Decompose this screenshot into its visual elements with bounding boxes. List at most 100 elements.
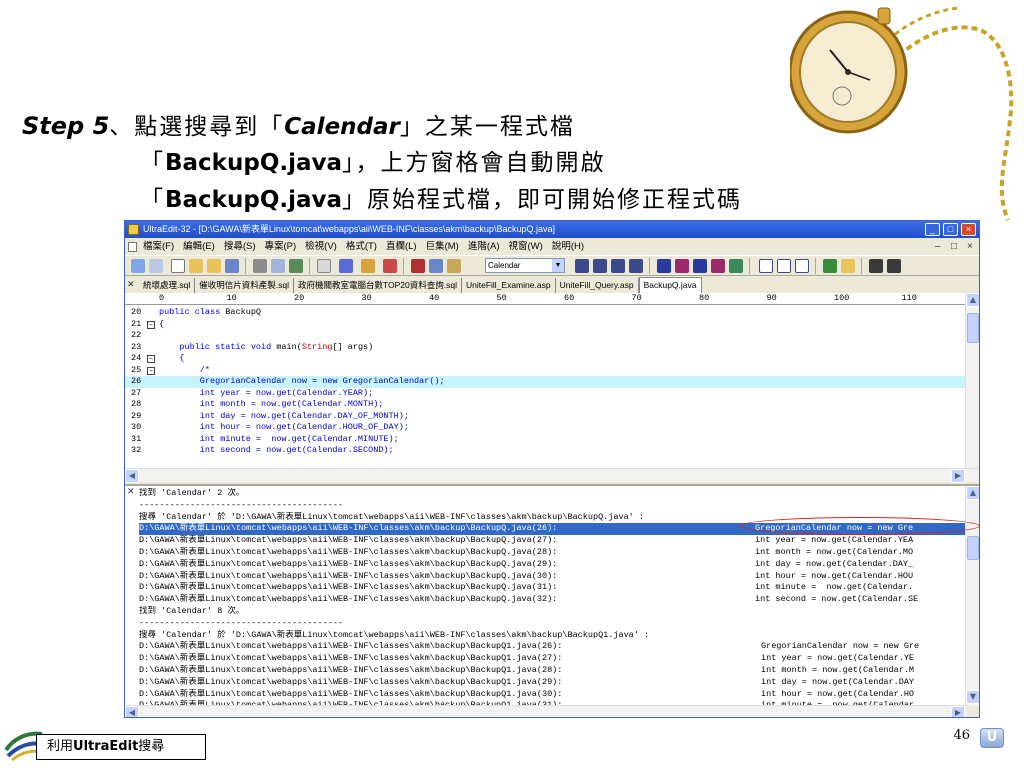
output-line[interactable]: D:\GAWA\新表單Linux\tomcat\webapps\aii\WEB-… [139,547,965,559]
mdi-close-button[interactable]: × [967,238,973,255]
new-file-icon[interactable] [171,259,185,273]
editor-horizontal-scrollbar[interactable]: ◀ ▶ [125,468,979,483]
find-icon[interactable] [657,259,671,273]
output-line[interactable]: 找到 'Calendar' 2 次。 [139,488,965,500]
output-line[interactable]: D:\GAWA\新表單Linux\tomcat\webapps\aii\WEB-… [139,653,965,665]
output-close-icon[interactable]: ✕ [127,486,135,497]
tab-file-0[interactable]: 統壞處理.sql [139,278,196,293]
context-help-icon[interactable] [887,259,901,273]
menu-item-0[interactable]: 檔案(F) [143,238,174,255]
paste-icon[interactable] [447,259,461,273]
menu-item-6[interactable]: 直欄(L) [386,238,417,255]
title-bar[interactable]: UltraEdit-32 - [D:\GAWA\新表單Linux\tomcat\… [125,221,979,238]
output-line[interactable]: D:\GAWA\新表單Linux\tomcat\webapps\aii\WEB-… [139,665,965,677]
mdi-restore-button[interactable]: □ [951,238,957,255]
align-center-icon[interactable] [593,259,607,273]
scroll-right-icon[interactable]: ▶ [951,469,965,483]
tab-file-3[interactable]: UniteFill_Examine.asp [462,278,556,293]
editor-vertical-scrollbar[interactable]: ▲ [965,293,979,468]
align-left-icon[interactable] [575,259,589,273]
code-line[interactable]: 28 int month = now.get(Calendar.MONTH); [125,399,965,411]
font-combo[interactable]: Calendar ▼ [485,258,565,273]
open-icon[interactable] [189,259,203,273]
scroll-right-icon[interactable]: ▶ [951,706,965,717]
tile-icon[interactable] [777,259,791,273]
output-line[interactable]: ---------------------------------------- [139,618,965,630]
output-scroll-thumb[interactable] [967,536,979,560]
code-line[interactable]: 20 public class BackupQ [125,307,965,319]
close-button[interactable]: × [961,223,976,236]
output-line[interactable]: D:\GAWA\新表單Linux\tomcat\webapps\aii\WEB-… [139,641,965,653]
forward-icon[interactable] [149,259,163,273]
output-horizontal-scrollbar[interactable]: ◀ ▶ [125,705,967,717]
nav-badge[interactable]: U [980,728,1004,748]
menu-item-9[interactable]: 視窗(W) [509,238,543,255]
tab-file-5[interactable]: BackupQ.java [638,277,702,293]
tab-file-1[interactable]: 催收明信片資料產製.sql [195,278,294,293]
tab-file-2[interactable]: 政府機關教室電腦台數TOP20資料查詢.sql [294,278,462,293]
output-line[interactable]: D:\GAWA\新表單Linux\tomcat\webapps\aii\WEB-… [139,594,965,606]
find-next-icon[interactable] [675,259,689,273]
output-line[interactable]: D:\GAWA\新表單Linux\tomcat\webapps\aii\WEB-… [139,535,965,547]
code-line[interactable]: 22 [125,330,965,342]
tab-file-4[interactable]: UniteFill_Query.asp [556,278,639,293]
output-line[interactable]: D:\GAWA\新表單Linux\tomcat\webapps\aii\WEB-… [139,582,965,594]
fold-toggle-icon[interactable]: – [147,366,155,375]
macro-icon[interactable] [841,259,855,273]
code-line[interactable]: 21–{ [125,319,965,331]
menu-item-10[interactable]: 說明(H) [552,238,584,255]
open-folder-icon[interactable] [207,259,221,273]
scroll-left-icon[interactable]: ◀ [125,706,139,717]
replace-icon[interactable] [711,259,725,273]
code-line[interactable]: 24– { [125,353,965,365]
menu-item-4[interactable]: 檢視(V) [305,238,337,255]
mdi-minimize-button[interactable]: – [935,238,941,255]
help-icon[interactable] [869,259,883,273]
wordwrap-icon[interactable] [317,259,331,273]
code-line[interactable]: 30 int hour = now.get(Calendar.HOUR_OF_D… [125,422,965,434]
print-icon[interactable] [253,259,267,273]
page-setup-icon[interactable] [289,259,303,273]
copy-icon[interactable] [429,259,443,273]
minimize-button[interactable]: _ [925,223,940,236]
output-line[interactable]: D:\GAWA\新表單Linux\tomcat\webapps\aii\WEB-… [139,689,965,701]
code-line[interactable]: 26 GregorianCalendar now = new Gregorian… [125,376,965,388]
output-line[interactable]: D:\GAWA\新表單Linux\tomcat\webapps\aii\WEB-… [139,677,965,689]
menu-item-1[interactable]: 編輯(E) [183,238,215,255]
replace-in-files-icon[interactable] [729,259,743,273]
fold-toggle-icon[interactable]: – [147,320,155,329]
hex-icon[interactable] [339,259,353,273]
output-line[interactable]: D:\GAWA\新表單Linux\tomcat\webapps\aii\WEB-… [139,559,965,571]
code-line[interactable]: 32 int second = now.get(Calendar.SECOND)… [125,445,965,457]
window-icon[interactable] [759,259,773,273]
output-line[interactable]: D:\GAWA\新表單Linux\tomcat\webapps\aii\WEB-… [139,571,965,583]
browser-icon[interactable] [823,259,837,273]
menu-item-8[interactable]: 進階(A) [468,238,500,255]
code-line[interactable]: 27 int year = now.get(Calendar.YEAR); [125,388,965,400]
code-line[interactable]: 29 int day = now.get(Calendar.DAY_OF_MON… [125,411,965,423]
output-vertical-scrollbar[interactable]: ▲ ▼ [965,486,979,706]
code-editor[interactable]: 20 public class BackupQ 21–{22 23 public st… [125,305,965,468]
align-right-icon[interactable] [611,259,625,273]
output-line[interactable]: 找到 'Calendar' 8 次。 [139,606,965,618]
column-icon[interactable] [361,259,375,273]
tab-close-icon[interactable]: ✕ [127,277,135,292]
fold-toggle-icon[interactable]: – [147,355,155,363]
scroll-down-icon[interactable]: ▼ [966,690,979,704]
cut-icon[interactable] [411,259,425,273]
indent-icon[interactable] [383,259,397,273]
code-line[interactable]: 31 int minute = now.get(Calendar.MINUTE)… [125,434,965,446]
print-preview-icon[interactable] [271,259,285,273]
output-line[interactable]: ---------------------------------------- [139,500,965,512]
scroll-up-icon[interactable]: ▲ [966,486,979,500]
menu-item-3[interactable]: 專案(P) [264,238,296,255]
save-icon[interactable] [225,259,239,273]
find-in-files-icon[interactable] [693,259,707,273]
menu-item-5[interactable]: 格式(T) [346,238,377,255]
chevron-down-icon[interactable]: ▼ [552,259,564,272]
scroll-left-icon[interactable]: ◀ [125,469,139,483]
editor-scroll-thumb[interactable] [967,313,979,343]
cascade-icon[interactable] [795,259,809,273]
scroll-up-icon[interactable]: ▲ [966,293,979,307]
menu-item-7[interactable]: 巨集(M) [426,238,459,255]
